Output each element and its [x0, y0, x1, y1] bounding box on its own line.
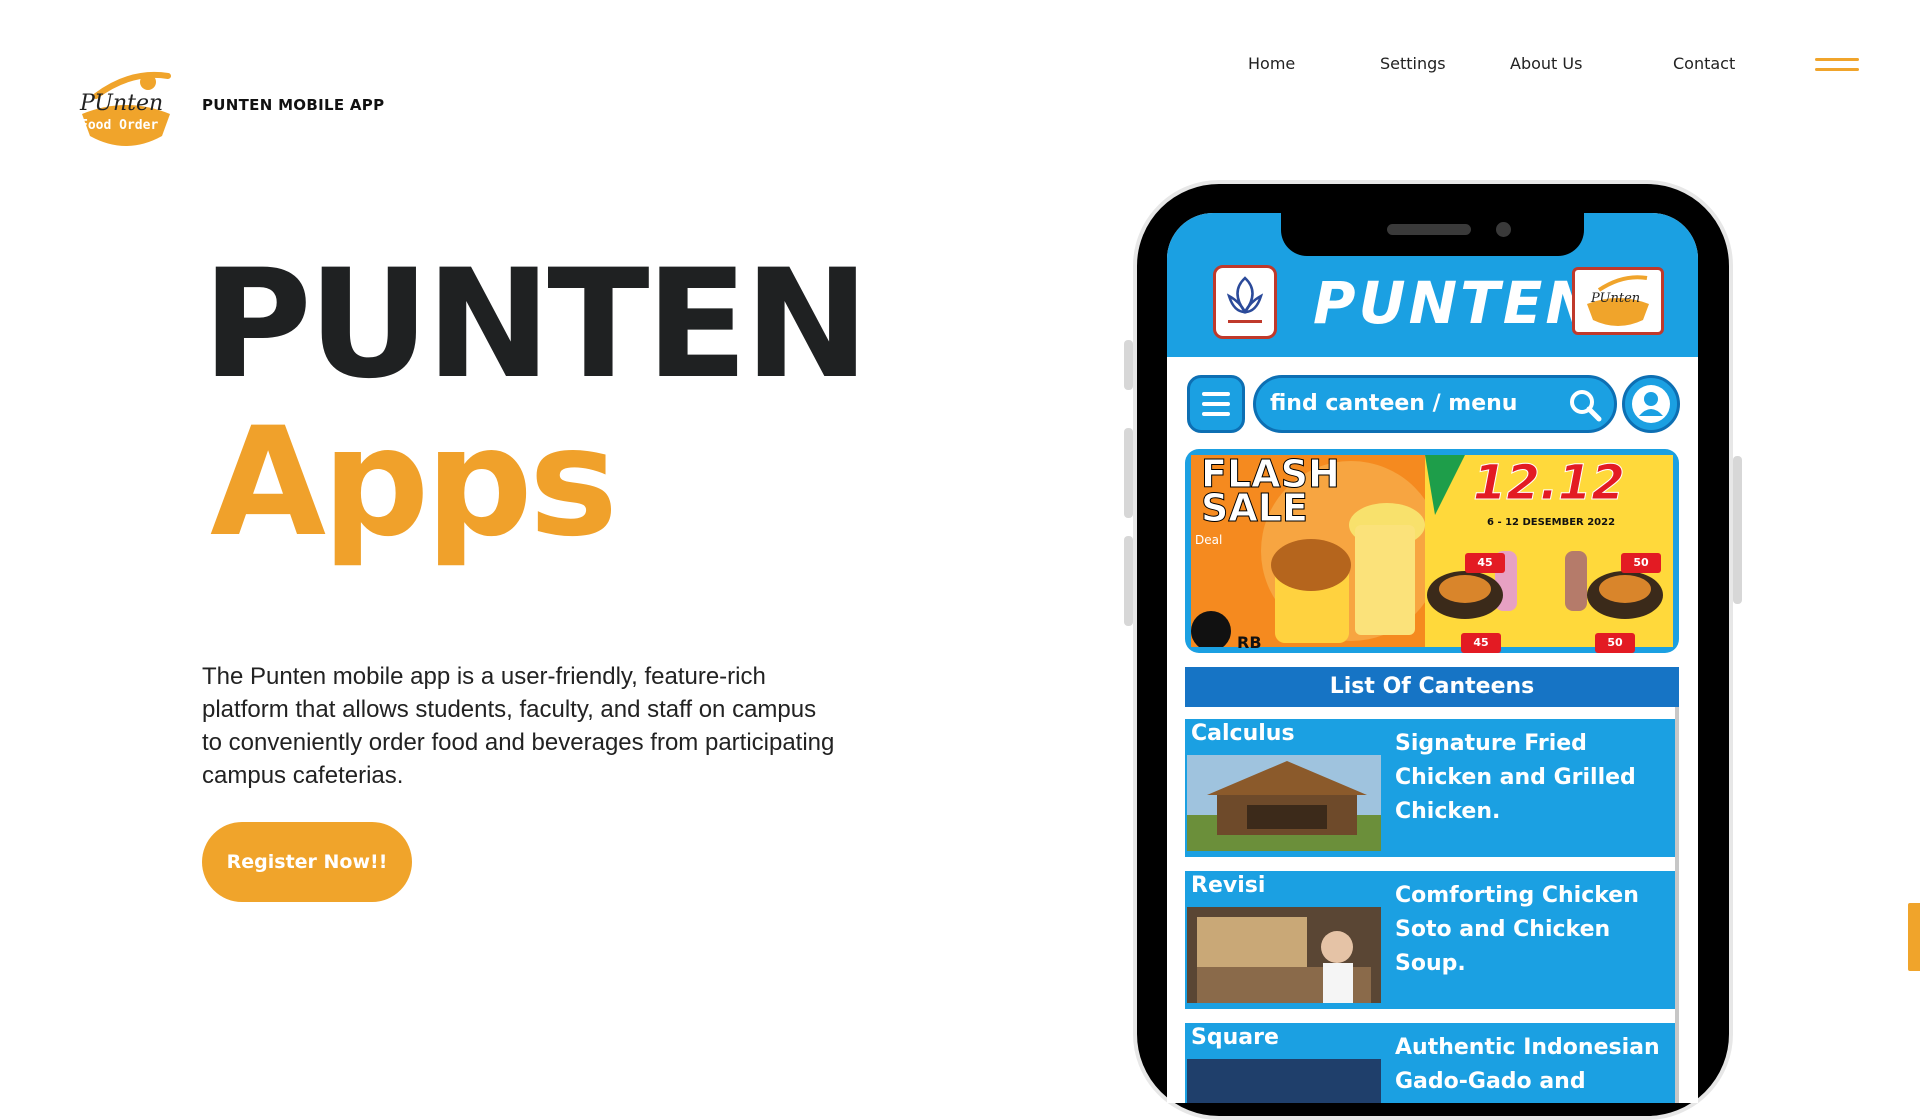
- app-menu-button[interactable]: [1187, 375, 1245, 433]
- university-logo: [1213, 265, 1277, 339]
- twelve-twelve-promo: 12.12 6 - 12 DESEMBER 2022 45 50 45 50: [1425, 455, 1673, 653]
- canteen-photo: [1187, 907, 1381, 1003]
- nav-about-us[interactable]: About Us: [1510, 54, 1582, 73]
- list-of-canteens-title: List Of Canteens: [1185, 667, 1679, 707]
- hamburger-icon[interactable]: [1815, 58, 1859, 74]
- canteen-photo: [1187, 755, 1381, 851]
- user-icon: [1632, 385, 1670, 423]
- canteen-description: Comforting Chicken Soto and Chicken Soup…: [1395, 883, 1639, 976]
- canteen-name: Revisi: [1191, 873, 1266, 898]
- flash-sale-promo: FLASH SALE Deal RB: [1191, 452, 1425, 652]
- hero-subtitle: Apps: [210, 396, 618, 570]
- svg-text:PUnten: PUnten: [79, 91, 163, 116]
- register-button[interactable]: Register Now!!: [202, 822, 412, 902]
- brand-name: PUNTEN MOBILE APP: [202, 96, 385, 114]
- promo-rb-badge: RB: [1237, 633, 1262, 652]
- price-tag: 45: [1461, 633, 1501, 653]
- phone-volume-up-button: [1124, 428, 1133, 518]
- top-nav: Home Settings About Us Contact: [0, 54, 1920, 78]
- phone-speaker: [1387, 224, 1471, 235]
- canteen-photo: [1187, 1059, 1381, 1103]
- side-tab[interactable]: [1908, 903, 1920, 971]
- phone-volume-down-button: [1124, 536, 1133, 626]
- hero-description: The Punten mobile app is a user-friendly…: [202, 663, 835, 789]
- promo-banner[interactable]: FLASH SALE Deal RB 12.12 6 - 12 DESEMBER…: [1185, 449, 1679, 653]
- svg-text:Food Order: Food Order: [80, 118, 158, 133]
- flash-sale-text: FLASH SALE: [1201, 452, 1341, 530]
- canteen-list[interactable]: Calculus Signature Fried Chicken and Gri…: [1185, 707, 1679, 1103]
- price-tag: 45: [1465, 553, 1505, 573]
- app-search-bar[interactable]: find canteen / menu: [1253, 375, 1617, 433]
- svg-text:PUnten: PUnten: [1590, 291, 1640, 306]
- canteen-description: Authentic Indonesian Gado-Gado and: [1395, 1035, 1660, 1094]
- phone-screen: PUNTEN PUnten find canteen / menu FLASH …: [1167, 213, 1698, 1103]
- nav-home[interactable]: Home: [1248, 54, 1295, 73]
- app-search-placeholder: find canteen / menu: [1270, 391, 1518, 416]
- app-title: PUNTEN: [1313, 269, 1597, 337]
- price-tag: 50: [1595, 633, 1635, 653]
- canteen-name: Calculus: [1191, 721, 1295, 746]
- hero-title: PUNTEN: [202, 238, 870, 412]
- phone-camera-icon: [1496, 222, 1511, 237]
- canteen-card[interactable]: Calculus Signature Fried Chicken and Gri…: [1185, 719, 1675, 857]
- phone-power-button: [1733, 456, 1742, 604]
- app-food-order-logo: PUnten: [1572, 267, 1664, 335]
- promo-deal-text: Deal: [1195, 533, 1223, 547]
- price-tag: 50: [1621, 553, 1661, 573]
- phone-mute-button: [1124, 340, 1133, 390]
- search-icon[interactable]: [1568, 388, 1602, 422]
- canteen-card[interactable]: Revisi Comforting Chicken Soto and Chick…: [1185, 871, 1675, 1009]
- promo-date-text: 12.12: [1473, 455, 1626, 512]
- nav-contact[interactable]: Contact: [1673, 54, 1735, 73]
- nav-settings[interactable]: Settings: [1380, 54, 1446, 73]
- promo-date-range: 6 - 12 DESEMBER 2022: [1487, 517, 1616, 528]
- canteen-card[interactable]: Square Authentic Indonesian Gado-Gado an…: [1185, 1023, 1675, 1103]
- punten-logo[interactable]: PUnten Food Order: [76, 66, 176, 150]
- app-profile-button[interactable]: [1622, 375, 1680, 433]
- canteen-description: Signature Fried Chicken and Grilled Chic…: [1395, 731, 1636, 824]
- canteen-name: Square: [1191, 1025, 1279, 1050]
